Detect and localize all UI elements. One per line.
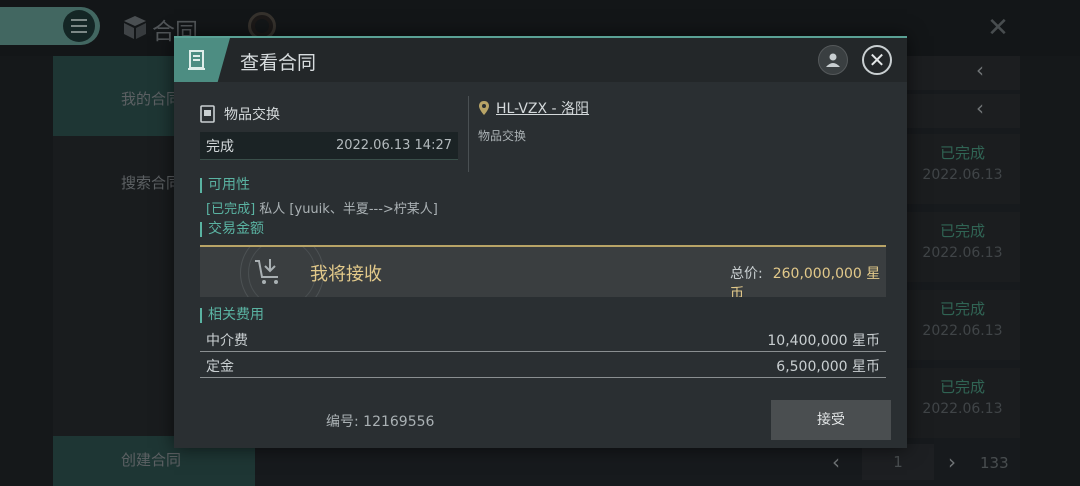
location-subtitle: 物品交换 — [478, 129, 527, 143]
fee-value: 10,400,000 星币 — [767, 332, 880, 349]
contract-datetime: 2022.06.13 14:27 — [335, 138, 452, 153]
availability-line: [已完成] 私人 [yuuik、半夏--->柠某人] — [206, 198, 438, 217]
fee-row: 定金 6,500,000 星币 — [200, 354, 886, 378]
modal-header: 查看合同 ✕ — [174, 38, 907, 82]
amount-label: 我将接收 — [310, 264, 382, 285]
availability-tag: [已完成] — [206, 202, 256, 217]
user-icon[interactable] — [818, 45, 848, 75]
accept-button[interactable]: 接受 — [771, 400, 891, 440]
fee-label: 定金 — [206, 358, 234, 375]
view-contract-modal: 查看合同 ✕ 物品交换 完成 2022.06.13 14:27 HL-VZX -… — [174, 36, 907, 448]
contract-icon — [174, 38, 230, 82]
amount-total: 总价: 260,000,000 星币 — [730, 263, 886, 297]
fees-title: 相关费用 — [200, 308, 264, 323]
location-link[interactable]: HL-VZX - 洛阳 — [496, 98, 589, 118]
contract-number-value: 12169556 — [363, 414, 435, 430]
close-icon[interactable]: ✕ — [862, 45, 892, 75]
status-bar: 完成 2022.06.13 14:27 — [200, 132, 458, 160]
fee-row: 中介费 10,400,000 星币 — [200, 328, 886, 352]
availability-title: 可用性 — [200, 178, 250, 193]
fee-value: 6,500,000 星币 — [776, 358, 880, 375]
contract-type: 物品交换 — [224, 107, 280, 123]
divider — [468, 96, 469, 172]
contract-summary: 物品交换 完成 2022.06.13 14:27 — [200, 96, 460, 160]
item-exchange-icon — [200, 105, 215, 123]
amount-title: 交易金额 — [200, 222, 264, 237]
modal-title: 查看合同 — [240, 52, 317, 74]
total-label: 总价: — [730, 266, 763, 282]
amount-panel: 我将接收 总价: 260,000,000 星币 — [200, 245, 886, 297]
availability-text: 私人 [yuuik、半夏--->柠某人] — [259, 202, 438, 217]
fee-label: 中介费 — [206, 332, 248, 349]
contract-number-label: 编号: — [326, 414, 359, 430]
cart-download-icon — [255, 259, 278, 284]
contract-number: 编号: 12169556 — [326, 411, 434, 431]
contract-status: 完成 — [206, 138, 234, 155]
location-pin-icon — [479, 101, 489, 115]
